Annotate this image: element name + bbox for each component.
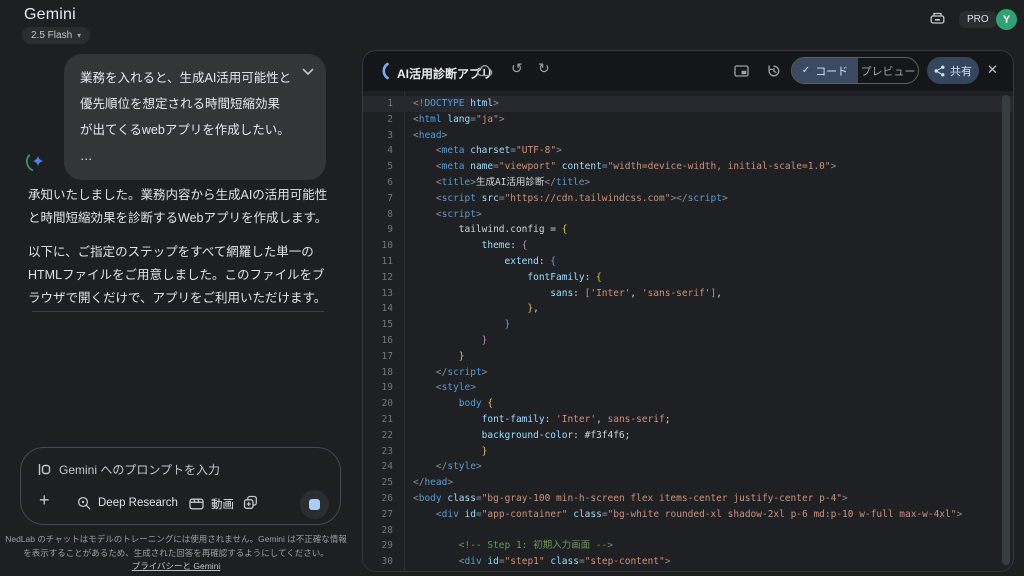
canvas-button[interactable] — [243, 495, 258, 510]
editor-scrollbar[interactable] — [1002, 95, 1010, 565]
code-line: 4 <meta charset="UTF-8"> — [363, 143, 1013, 159]
gemini-crescent-icon — [376, 62, 390, 80]
gemini-app: Gemini 2.5 Flash ▾ PRO Y 業務を入れると、生成AI活用可… — [0, 0, 1024, 576]
code-line: 15 } — [363, 317, 1013, 333]
code-line: 6 <title>生成AI活用診断</title> — [363, 175, 1013, 191]
code-line: 11 extend: { — [363, 254, 1013, 270]
footer-line2: を表示することがあるため、生成された回答を再確認するようにしてください。 — [23, 548, 329, 558]
code-line: 19 <style> — [363, 380, 1013, 396]
code-line: 14 }, — [363, 301, 1013, 317]
model-selector[interactable]: 2.5 Flash ▾ — [22, 27, 90, 44]
code-line: 26<body class="bg-gray-100 min-h-screen … — [363, 491, 1013, 507]
stop-generating-button[interactable] — [300, 490, 329, 519]
prompt-placeholder: Gemini へのプロンプトを入力 — [59, 461, 220, 478]
footer-disclaimer: NedLab のチャットはモデルのトレーニングには使用されません。Gemini … — [0, 533, 352, 574]
video-button[interactable]: 動画 — [189, 496, 234, 512]
user-message-bubble: 業務を入れると、生成AI活用可能性と優先順位を想定される時間短縮効果が出てくるw… — [64, 54, 326, 180]
deep-research-label: Deep Research — [98, 497, 178, 509]
code-line: 17 } — [363, 349, 1013, 365]
tab-code-label: コード — [815, 63, 848, 79]
code-line: 28 — [363, 523, 1013, 539]
check-icon: ✓ — [802, 65, 810, 76]
video-label: 動画 — [211, 496, 234, 512]
canvas-header: AI活用診断アプリ ↺ ↻ — [363, 51, 1013, 91]
pro-badge: PRO — [959, 11, 997, 28]
code-line: 5 <meta name="viewport" content="width=d… — [363, 159, 1013, 175]
share-icon — [934, 65, 945, 77]
deep-research-button[interactable]: Deep Research — [77, 496, 178, 510]
tab-preview-label: プレビュー — [861, 63, 916, 79]
code-line: 12 fontFamily: { — [363, 270, 1013, 286]
footer-line1: NedLab のチャットはモデルのトレーニングには使用されません。Gemini … — [5, 534, 347, 544]
stop-icon — [309, 499, 320, 510]
code-line: 1<!DOCTYPE html> — [363, 96, 1013, 112]
tab-code[interactable]: ✓ コード — [792, 58, 858, 83]
code-line: 3<head> — [363, 128, 1013, 144]
search-icon — [77, 496, 91, 510]
expand-message-chevron-icon[interactable] — [302, 68, 314, 76]
app-logo: Gemini — [24, 6, 76, 24]
view-toggle: ✓ コード プレビュー — [791, 57, 919, 84]
redo-icon[interactable]: ↻ — [538, 60, 550, 77]
prompt-composer[interactable]: Gemini へのプロンプトを入力 + Deep Research 動画 — [20, 447, 341, 525]
code-line: 9 tailwind.config = { — [363, 222, 1013, 238]
gemini-sparkle-icon — [25, 152, 46, 173]
code-line: 24 </style> — [363, 459, 1013, 475]
code-line: 18 </script> — [363, 365, 1013, 381]
model-label: 2.5 Flash — [31, 30, 72, 41]
code-line: 10 theme: { — [363, 238, 1013, 254]
code-line: 20 body { — [363, 396, 1013, 412]
code-line: 29 <!-- Step 1: 初期入力画面 --> — [363, 538, 1013, 554]
response-divider — [32, 311, 324, 312]
code-line: 13 sans: ['Inter', 'sans-serif'], — [363, 286, 1013, 302]
cloud-save-icon[interactable] — [477, 65, 493, 77]
share-label: 共有 — [950, 63, 972, 79]
share-button[interactable]: 共有 — [927, 57, 979, 84]
code-line: 21 font-family: 'Inter', sans-serif; — [363, 412, 1013, 428]
code-lines: 1<!DOCTYPE html>2<html lang="ja">3<head>… — [363, 91, 1013, 571]
tab-preview[interactable]: プレビュー — [858, 58, 918, 83]
chevron-down-icon: ▾ — [77, 31, 81, 40]
code-line: 23 } — [363, 444, 1013, 460]
avatar[interactable]: Y — [996, 9, 1017, 30]
printer-icon[interactable] — [929, 11, 946, 28]
code-line: 30 <div id="step1" class="step-content"> — [363, 554, 1013, 570]
response-paragraph: 承知いたしました。業務内容から生成AIの活用可能性と時間短縮効果を診断するWeb… — [28, 184, 336, 230]
prompt-cursor-icon — [38, 463, 51, 476]
version-history-icon[interactable] — [767, 64, 781, 78]
code-line: 31 <h1 class="text-2xl md:text-3xl font-… — [363, 570, 1013, 571]
code-line: 7 <script src="https://cdn.tailwindcss.c… — [363, 191, 1013, 207]
video-icon — [189, 498, 204, 510]
privacy-link[interactable]: プライバシーと Gemini — [132, 561, 221, 571]
user-message-text: 業務を入れると、生成AI活用可能性と優先順位を想定される時間短縮効果が出てくるw… — [80, 71, 291, 163]
code-editor[interactable]: 1<!DOCTYPE html>2<html lang="ja">3<head>… — [363, 91, 1013, 571]
canvas-icon — [243, 495, 258, 510]
code-line: 8 <script> — [363, 207, 1013, 223]
canvas-panel: AI活用診断アプリ ↺ ↻ — [362, 50, 1014, 572]
plus-icon[interactable]: + — [39, 491, 50, 509]
code-line: 2<html lang="ja"> — [363, 112, 1013, 128]
response-paragraph: 以下に、ご指定のステップをすべて網羅した単一のHTMLファイルをご用意しました。… — [28, 241, 336, 310]
code-line: 22 background-color: #f3f4f6; — [363, 428, 1013, 444]
undo-icon[interactable]: ↺ — [511, 60, 523, 77]
close-icon[interactable]: ✕ — [987, 62, 998, 78]
code-line: 27 <div id="app-container" class="bg-whi… — [363, 507, 1013, 523]
code-line: 16 } — [363, 333, 1013, 349]
code-line: 25</head> — [363, 475, 1013, 491]
prompt-input[interactable]: Gemini へのプロンプトを入力 — [38, 461, 220, 478]
picture-in-picture-icon[interactable] — [734, 65, 749, 77]
